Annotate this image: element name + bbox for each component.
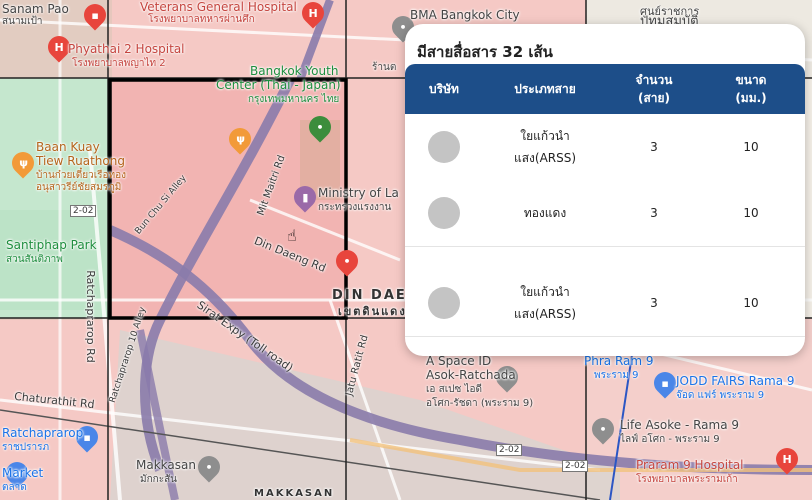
column-header-company: บริษัท	[429, 82, 459, 96]
map-label: Phyathai 2 Hospital	[68, 42, 185, 56]
column-header-size[interactable]: ขนาด (มม.)	[701, 64, 801, 114]
map-label: Makkasan	[136, 458, 196, 472]
map-label: 2-02	[562, 460, 589, 472]
map-label: อโศก-รัชดา (พระราม 9)	[426, 398, 534, 409]
cable-count-cell: 3	[650, 140, 658, 154]
company-logo	[428, 287, 460, 319]
company-logo	[428, 131, 460, 163]
map-label: Ratchaprarop Rd	[83, 270, 97, 363]
map-label: ไลฟ์ อโศก - พระราม 9	[620, 434, 720, 445]
map-label: จ๊อด แฟร์ พระราม 9	[676, 390, 765, 401]
cable-size-cell: 10	[743, 296, 759, 310]
map-label: ร้านต	[372, 62, 397, 73]
map-label: อนุสาวรีย์ชัยสมรภูมิ	[36, 182, 122, 193]
map-label: เอ สเปซ ไอดี	[426, 384, 482, 395]
column-header-count[interactable]: จำนวน (สาย)	[607, 64, 701, 114]
map-label: มักกะสัน	[140, 474, 178, 485]
cable-count-cell: 3	[650, 296, 658, 310]
cable-size-cell: 10	[743, 140, 759, 154]
map-label: Tiew Ruathong	[36, 154, 125, 168]
map-label: Life Asoke - Rama 9	[620, 418, 740, 432]
map-label: สนามเป้า	[2, 16, 43, 27]
map-label: Center (Thai - Japan)	[216, 78, 341, 92]
map-label: DIN DAE	[332, 288, 407, 303]
company-logo-cell	[405, 180, 483, 246]
map-label: Ministry of La	[318, 186, 399, 200]
map-label: A Space ID	[426, 354, 492, 368]
map-label: Ratchaprarop	[2, 426, 84, 440]
map-label: Baan Kuay	[36, 140, 100, 154]
cable-info-panel: มีสายสื่อสาร 32 เส้น บริษัท ประเภทสาย จำ…	[405, 24, 805, 356]
map-label: Santiphap Park	[6, 238, 97, 252]
map-label: BMA Bangkok City	[410, 8, 520, 22]
map-label: JODD FAIRS Rama 9	[676, 374, 795, 388]
map-label: Market	[2, 466, 44, 480]
map-label: Praram 9 Hospital	[636, 458, 744, 472]
map-label: ราชปรารภ	[2, 442, 50, 453]
cable-type-cell: ทองแดง	[523, 206, 567, 220]
map-label: ตลาด	[2, 482, 27, 493]
map-label: โรงพยาบาลพญาไท 2	[72, 58, 166, 69]
table-row[interactable]: ทองแดง 3 10	[405, 180, 805, 247]
company-logo-cell	[405, 114, 483, 180]
map-label: Bangkok Youth	[250, 64, 339, 78]
map-label: กระทรวงแรงงาน	[318, 202, 392, 213]
map-label: Phra Ram 9	[584, 354, 654, 368]
cable-size-cell: 10	[743, 206, 759, 220]
table-row[interactable]: ใยแก้วนำแสง(ARSS) 3 10	[405, 270, 805, 337]
table-row[interactable]: ใยแก้วนำแสง(ARSS) 3 10	[405, 114, 805, 181]
panel-title: มีสายสื่อสาร 32 เส้น	[417, 43, 553, 61]
map-label: โรงพยาบาลทหารผ่านศึก	[148, 14, 255, 25]
map-label: Asok-Ratchada	[426, 368, 516, 382]
cable-type-cell: ใยแก้วนำแสง(ARSS)	[513, 285, 577, 321]
hand-cursor-icon: ☝	[287, 226, 297, 245]
map-label: โรงพยาบาลพระรามเก้า	[636, 474, 738, 485]
cable-count-cell: 3	[650, 206, 658, 220]
company-logo	[428, 197, 460, 229]
map-label: กรุงเทพมหานคร ไทย	[248, 94, 340, 105]
column-header-type: ประเภทสาย	[514, 82, 576, 96]
table-header: บริษัท ประเภทสาย จำนวน (สาย) ▲▼ ขนาด (มม…	[405, 64, 805, 142]
cable-type-cell: ใยแก้วนำแสง(ARSS)	[513, 129, 577, 165]
map-label: 2-02	[496, 444, 523, 456]
company-logo-cell	[405, 270, 483, 336]
map-label: สวนสันติภาพ	[6, 254, 63, 265]
map-label: พระราม 9	[594, 370, 639, 381]
map-label: 2-02	[70, 205, 97, 217]
map-label: MAKKASAN	[254, 488, 335, 499]
map-label: เขตดินแดง	[338, 305, 407, 318]
